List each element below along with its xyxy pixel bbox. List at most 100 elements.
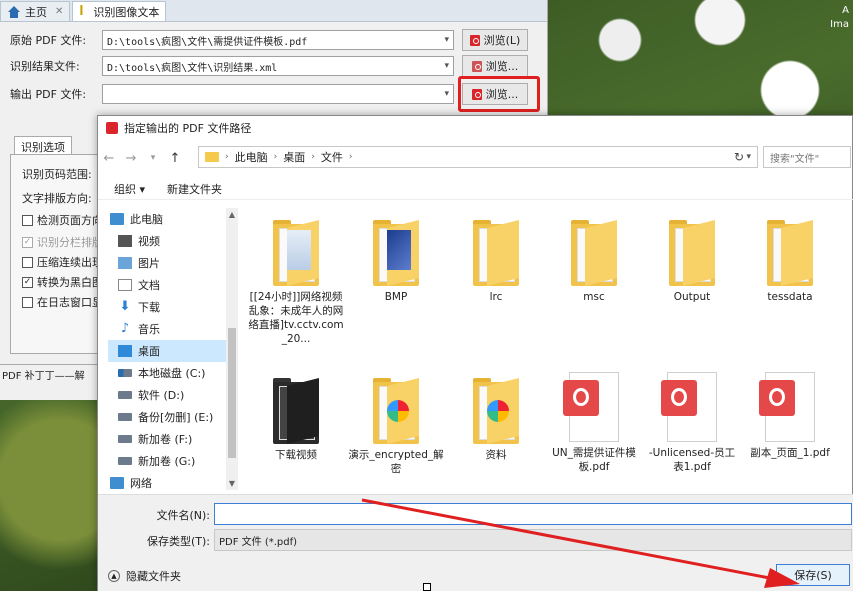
- output-pdf-input[interactable]: ▾: [102, 84, 454, 104]
- chevron-down-icon[interactable]: ▾: [444, 35, 449, 45]
- sidebar-item-drive-d[interactable]: 软件 (D:): [108, 384, 236, 406]
- text-direction-label: 文字排版方向:: [22, 192, 92, 205]
- sidebar-item-pictures[interactable]: 图片: [108, 252, 236, 274]
- file-item-output-folder[interactable]: Output: [644, 220, 740, 304]
- recent-chevron-icon[interactable]: ▾: [142, 153, 164, 163]
- sidebar-item-this-pc[interactable]: 此电脑: [108, 208, 236, 230]
- home-icon: [7, 5, 21, 18]
- checkbox-columns[interactable]: ✓ 识别分栏排版: [22, 234, 103, 250]
- filename-area: 文件名(N): 保存类型(T): PDF 文件 (*.pdf): [98, 494, 853, 554]
- folder-icon: [373, 220, 419, 286]
- network-icon: [110, 477, 124, 489]
- scroll-up-icon[interactable]: ▲: [226, 210, 238, 219]
- sidebar-item-downloads[interactable]: ⬇ 下载: [108, 296, 236, 318]
- file-item-demo-folder[interactable]: 演示_encrypted_解密: [348, 378, 444, 476]
- save-dialog: 指定输出的 PDF 文件路径 ← → ▾ ↑ › 此电脑 › 桌面 › 文件 ›…: [97, 115, 853, 591]
- checkbox-black-white[interactable]: ✓ 转换为黑白图: [22, 274, 103, 290]
- organize-button[interactable]: 组织 ▾: [114, 181, 145, 197]
- up-icon[interactable]: ↑: [164, 151, 186, 166]
- checkbox-detect-orientation[interactable]: 检测页面方向: [22, 212, 103, 228]
- drive-icon: [118, 413, 132, 421]
- folder-icon: [767, 220, 813, 286]
- file-item-downloads-folder[interactable]: 下载视频: [248, 378, 344, 462]
- file-item-pdf-copy[interactable]: 副本_页面_1.pdf: [742, 372, 838, 460]
- filename-input[interactable]: [214, 503, 852, 525]
- pdf-file-icon: [759, 372, 821, 442]
- chevron-down-icon[interactable]: ▾: [746, 152, 751, 162]
- download-icon: ⬇: [119, 299, 131, 314]
- breadcrumb-files[interactable]: 文件: [321, 149, 343, 165]
- folder-icon: [273, 378, 319, 444]
- tab-home[interactable]: 主页 ✕: [0, 1, 71, 21]
- app-icon: [106, 122, 118, 134]
- page-range-label: 识别页码范围:: [22, 168, 92, 181]
- desktop-icon: [118, 345, 132, 357]
- file-item-cctv-folder[interactable]: [[24小时]]网络视频乱象：未成年人的网络直播]tv.cctv.com_20.…: [248, 220, 344, 346]
- result-file-input[interactable]: D:\tools\疯图\文件\识别结果.xml ▾: [102, 56, 454, 76]
- dialog-toolbar: 组织 ▾ 新建文件夹: [98, 178, 853, 200]
- sidebar-item-desktop[interactable]: 桌面: [108, 340, 236, 362]
- result-file-row: 识别结果文件: D:\tools\疯图\文件\识别结果.xml ▾ 浏览...: [10, 55, 528, 77]
- file-item-materials-folder[interactable]: 资料: [448, 378, 544, 462]
- close-icon[interactable]: ✕: [55, 6, 63, 17]
- chevron-down-icon[interactable]: ▾: [444, 61, 449, 71]
- sidebar-item-drive-c[interactable]: 本地磁盘 (C:): [108, 362, 236, 384]
- music-icon: ♪: [120, 321, 130, 336]
- address-bar[interactable]: › 此电脑 › 桌面 › 文件 › ▾: [198, 146, 758, 168]
- new-folder-button[interactable]: 新建文件夹: [167, 181, 222, 197]
- breadcrumb-this-pc[interactable]: 此电脑: [235, 149, 268, 165]
- computer-icon: [110, 213, 124, 225]
- file-list: [[24小时]]网络视频乱象：未成年人的网络直播]tv.cctv.com_20.…: [248, 208, 848, 490]
- file-item-pdf-template[interactable]: UN_需提供证件模板.pdf: [546, 372, 642, 474]
- refresh-icon[interactable]: ↻: [734, 150, 744, 164]
- sidebar-item-documents[interactable]: 文档: [108, 274, 236, 296]
- chevron-down-icon[interactable]: ▾: [444, 89, 449, 99]
- folder-icon: [571, 220, 617, 286]
- drive-icon: [118, 391, 132, 399]
- sidebar-item-drive-e[interactable]: 备份[勿删] (E:): [108, 406, 236, 428]
- hide-folders-toggle[interactable]: ▲ 隐藏文件夹: [108, 568, 181, 584]
- sidebar-item-drive-f[interactable]: 新加卷 (F:): [108, 428, 236, 450]
- folder-icon: [273, 220, 319, 286]
- checkbox-log-window[interactable]: 在日志窗口显: [22, 294, 103, 310]
- sidebar-item-drive-g[interactable]: 新加卷 (G:): [108, 450, 236, 472]
- folder-icon: [473, 220, 519, 286]
- desktop-text: A Ima: [830, 5, 849, 30]
- scroll-down-icon[interactable]: ▼: [226, 479, 238, 488]
- file-item-msc-folder[interactable]: msc: [546, 220, 642, 304]
- search-input[interactable]: 搜索"文件": [763, 146, 851, 168]
- result-browse-button[interactable]: 浏览...: [462, 55, 528, 77]
- sidebar-item-music[interactable]: ♪ 音乐: [108, 318, 236, 340]
- file-item-tessdata-folder[interactable]: tessdata: [742, 220, 838, 304]
- back-icon[interactable]: ←: [98, 151, 120, 166]
- filetype-select[interactable]: PDF 文件 (*.pdf): [214, 529, 852, 551]
- source-pdf-row: 原始 PDF 文件: D:\tools\疯图\文件\需提供证件模板.pdf ▾ …: [10, 29, 528, 51]
- scrollbar-thumb[interactable]: [228, 328, 236, 458]
- sidebar-item-videos[interactable]: 视频: [108, 230, 236, 252]
- sidebar-item-network[interactable]: 网络: [108, 472, 236, 490]
- dialog-title-bar: 指定输出的 PDF 文件路径: [98, 116, 852, 140]
- sidebar-scrollbar[interactable]: ▲ ▼: [226, 208, 238, 490]
- drive-icon: [118, 435, 132, 443]
- file-item-pdf-employees[interactable]: -Unlicensed-员工表1.pdf: [644, 372, 740, 474]
- dialog-footer: ▲ 隐藏文件夹 保存(S): [98, 554, 853, 591]
- mouse-cursor: [423, 583, 431, 591]
- tab-ocr[interactable]: ꟾ 识别图像文本: [72, 1, 167, 21]
- file-item-bmp-folder[interactable]: BMP: [348, 220, 444, 304]
- source-pdf-input[interactable]: D:\tools\疯图\文件\需提供证件模板.pdf ▾: [102, 30, 454, 50]
- navigation-pane: 此电脑 视频 图片 文档 ⬇ 下载 ♪ 音乐 桌面 本地磁盘 (C:) 软件 (D:…: [108, 208, 236, 490]
- checkbox-compress[interactable]: 压缩连续出现: [22, 254, 103, 270]
- folder-icon: [205, 152, 219, 162]
- tab-bar: 主页 ✕ ꟾ 识别图像文本: [0, 0, 547, 22]
- forward-icon[interactable]: →: [120, 151, 142, 166]
- picture-icon: [118, 257, 132, 269]
- folder-icon: [373, 378, 419, 444]
- file-item-lrc-folder[interactable]: lrc: [448, 220, 544, 304]
- breadcrumb-desktop[interactable]: 桌面: [283, 149, 305, 165]
- filename-label: 文件名(N):: [156, 509, 210, 522]
- pdf-file-icon: [661, 372, 723, 442]
- folder-icon: [473, 378, 519, 444]
- filetype-label: 保存类型(T):: [146, 535, 210, 548]
- source-browse-button[interactable]: 浏览(L): [462, 29, 528, 51]
- save-button[interactable]: 保存(S): [776, 564, 850, 586]
